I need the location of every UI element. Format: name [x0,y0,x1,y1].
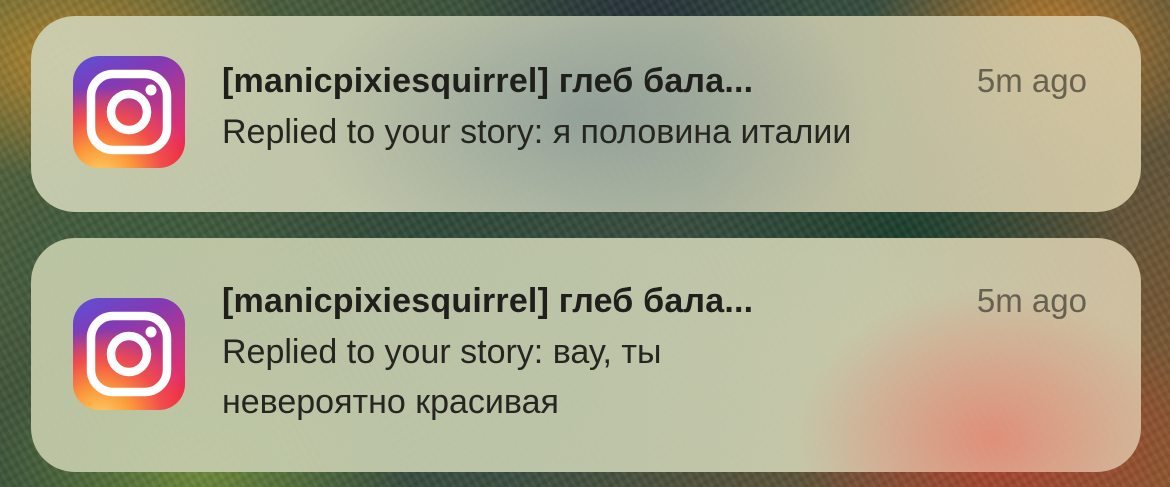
notification-header: [manicpixiesquirrel] глеб бала... 5m ago [222,282,1087,321]
notification-sender: [manicpixiesquirrel] глеб бала... [222,282,754,320]
notification-time: 5m ago [976,62,1087,99]
instagram-icon [73,298,185,410]
notification-card[interactable]: [manicpixiesquirrel] глеб бала... 5m ago… [31,238,1141,472]
notification-content: [manicpixiesquirrel] глеб бала... 5m ago… [222,282,1087,427]
notification-message-line: Replied to your story: вау, ты [222,333,662,371]
notification-header: [manicpixiesquirrel] глеб бала... 5m ago [222,62,1087,101]
instagram-icon [73,56,185,168]
notification-card[interactable]: [manicpixiesquirrel] глеб бала... 5m ago… [31,16,1141,212]
notification-message-line: невероятно красивая [222,383,559,421]
notification-message: Replied to your story: я половина италии [222,113,852,151]
notification-content: [manicpixiesquirrel] глеб бала... 5m ago… [222,62,1087,157]
notification-message: Replied to your story: вау, ты невероятн… [222,327,1087,427]
notification-sender: [manicpixiesquirrel] глеб бала... [222,62,754,100]
notification-time: 5m ago [976,282,1087,319]
